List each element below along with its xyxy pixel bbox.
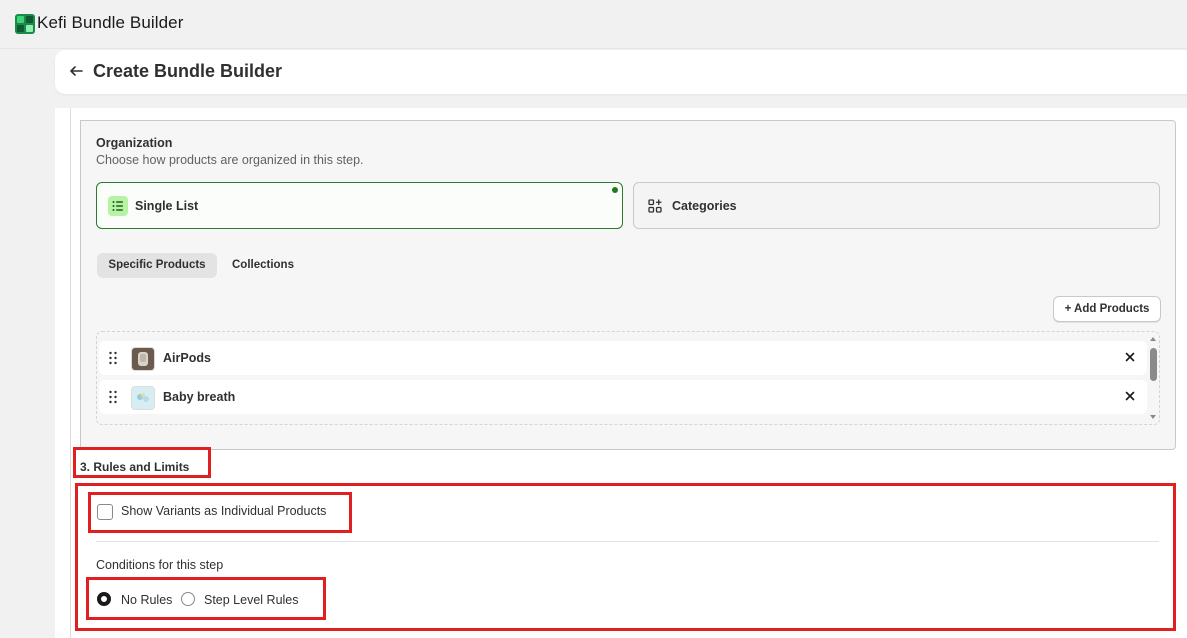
app-title: Kefi Bundle Builder [37,13,184,32]
highlight-variants-option [88,492,352,533]
single-list-option[interactable]: Single List [96,182,623,229]
categories-option[interactable]: Categories [633,182,1160,229]
selected-indicator [612,187,618,193]
organization-subtitle: Choose how products are organized in thi… [96,153,364,167]
single-list-label: Single List [135,199,199,213]
organization-title: Organization [96,136,173,150]
product-thumbnail [131,386,155,410]
page-title: Create Bundle Builder [93,61,283,81]
list-item: AirPods [99,341,1147,375]
product-name: Baby breath [163,390,236,404]
categories-icon [645,196,665,216]
tab-collections[interactable]: Collections [232,253,294,278]
product-thumbnail [131,347,155,371]
product-list: AirPods Baby breath [96,331,1160,425]
add-products-button[interactable]: + Add Products [1053,296,1161,322]
product-name: AirPods [163,351,211,365]
remove-icon[interactable] [1123,350,1137,364]
page-header: Create Bundle Builder [55,50,1187,94]
drag-handle-icon[interactable] [108,351,118,365]
highlight-conditions-options [86,577,326,620]
back-arrow-icon[interactable] [68,63,84,79]
app-bar: Kefi Bundle Builder [0,0,1187,49]
remove-icon[interactable] [1123,389,1137,403]
step-connector-line [70,108,71,638]
app-logo-icon [15,14,35,34]
list-icon [108,196,128,216]
categories-label: Categories [672,199,737,213]
tab-specific-products[interactable]: Specific Products [97,253,217,278]
scrollbar-thumb[interactable] [1150,348,1157,381]
list-item: Baby breath [99,380,1147,414]
drag-handle-icon[interactable] [108,390,118,404]
highlight-rules-title [73,447,211,478]
